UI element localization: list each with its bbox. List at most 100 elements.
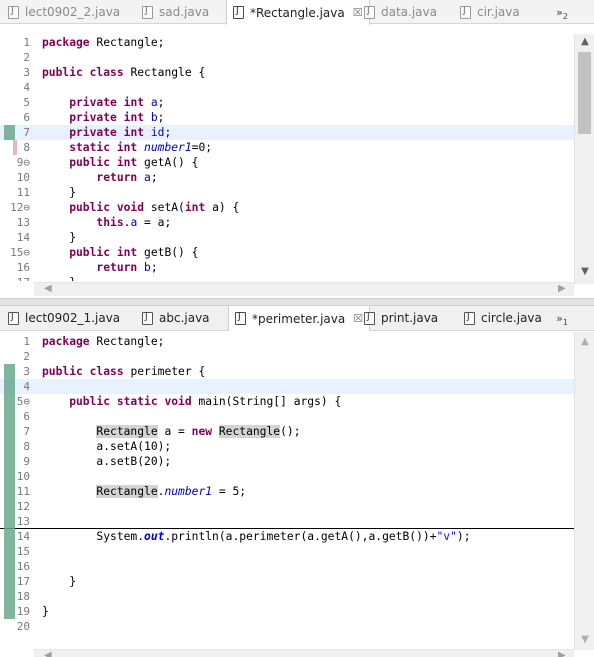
- code-line: a.setA(10);: [42, 440, 172, 453]
- line-number: 11: [16, 186, 30, 199]
- line-number: 6: [23, 111, 30, 124]
- tab-lect0902-1[interactable]: lect0902_1.java: [8, 306, 120, 330]
- java-file-icon: [460, 5, 471, 19]
- tab-label: *perimeter.java: [252, 311, 346, 326]
- line-number: 17: [0, 275, 30, 281]
- code-line: package Rectangle;: [42, 335, 165, 348]
- java-file-icon: [464, 311, 475, 325]
- scroll-up-icon[interactable]: ▲: [575, 336, 594, 347]
- bottom-code-editor[interactable]: 1 package Rectangle; 2 3 public class peri…: [0, 334, 574, 634]
- pane-divider[interactable]: [0, 298, 594, 306]
- vertical-scrollbar[interactable]: ▲ ▼: [574, 34, 594, 284]
- line-number[interactable]: 15⊖: [0, 245, 30, 260]
- line-number: 16: [16, 261, 30, 274]
- tab-overflow-button[interactable]: »1: [556, 312, 568, 327]
- code-line: private int id;: [42, 126, 172, 139]
- top-tab-bar: lect0902_2.java sad.java *Rectangle.java…: [0, 0, 594, 25]
- line-number[interactable]: 12⊖: [0, 200, 30, 215]
- line-number: 8: [23, 141, 30, 154]
- scroll-up-icon[interactable]: ▲: [575, 36, 594, 47]
- code-line: System.out.println(a.perimeter(a.getA(),…: [42, 530, 471, 543]
- line-number: 12: [16, 500, 30, 513]
- line-number: 19: [16, 605, 30, 618]
- tab-label: lect0902_2.java: [25, 5, 121, 19]
- code-line: }: [42, 231, 77, 244]
- tab-circle[interactable]: circle.java: [464, 306, 542, 330]
- close-icon[interactable]: ☒: [353, 6, 363, 19]
- line-number: 10: [16, 171, 30, 184]
- code-line: static int number1=0;: [42, 141, 213, 154]
- line-number: 13: [16, 216, 30, 229]
- tab-cir[interactable]: cir.java: [460, 0, 520, 24]
- scrollbar-thumb[interactable]: [578, 52, 591, 134]
- line-number: 14: [16, 530, 30, 543]
- code-line: Rectangle a = new Rectangle();: [96, 425, 301, 438]
- scroll-down-icon[interactable]: ▼: [575, 266, 594, 277]
- scroll-left-icon[interactable]: ◀: [44, 650, 52, 657]
- tab-label: print.java: [381, 311, 439, 325]
- line-number: 10: [16, 470, 30, 483]
- tab-sad[interactable]: sad.java: [142, 0, 209, 24]
- tab-print[interactable]: print.java: [364, 306, 438, 330]
- tab-perimeter[interactable]: *perimeter.java ☒: [228, 306, 371, 331]
- line-number: 3: [23, 66, 30, 79]
- line-number: 7: [23, 425, 30, 438]
- horizontal-scrollbar[interactable]: ◀ ▶: [34, 282, 574, 296]
- line-number: 17: [16, 575, 30, 588]
- tab-label: lect0902_1.java: [25, 311, 121, 325]
- line-number: 2: [23, 51, 30, 64]
- tab-label: circle.java: [481, 311, 542, 325]
- tab-rectangle[interactable]: *Rectangle.java ☒: [226, 0, 370, 25]
- line-number: 3: [23, 365, 30, 378]
- line-number: 15: [16, 545, 30, 558]
- code-line: public int getB() {: [42, 246, 199, 259]
- code-line: public class Rectangle {: [42, 66, 206, 79]
- line-number: 14: [16, 231, 30, 244]
- close-icon[interactable]: ☒: [353, 312, 363, 325]
- line-number: 13: [16, 515, 30, 528]
- top-code-editor[interactable]: 1 package Rectangle; 2 3 public class Rect…: [0, 35, 574, 281]
- line-number: 6: [23, 410, 30, 423]
- java-file-icon: [142, 311, 153, 325]
- line-number[interactable]: 9⊖: [0, 155, 30, 170]
- line-number[interactable]: 5⊖: [0, 394, 30, 409]
- tab-data[interactable]: data.java: [364, 0, 437, 24]
- java-file-icon: [235, 312, 246, 325]
- code-line: public static void main(String[] args) {: [42, 395, 342, 408]
- vertical-scrollbar[interactable]: ▲ ▼: [574, 332, 594, 650]
- line-number: 16: [16, 560, 30, 573]
- tab-overflow-button[interactable]: »2: [556, 6, 568, 21]
- scroll-down-icon[interactable]: ▼: [575, 634, 594, 645]
- code-line: Rectangle.number1 = 5;: [96, 485, 247, 498]
- line-number: 2: [23, 350, 30, 363]
- top-editor-pane: lect0902_2.java sad.java *Rectangle.java…: [0, 0, 594, 298]
- tab-label: cir.java: [477, 5, 520, 19]
- java-file-icon: [364, 5, 375, 19]
- bottom-editor-pane: lect0902_1.java abc.java *perimeter.java…: [0, 306, 594, 657]
- tab-label: *Rectangle.java: [250, 5, 345, 20]
- scroll-right-icon[interactable]: ▶: [558, 283, 566, 294]
- line-number: 20: [16, 620, 30, 633]
- scroll-right-icon[interactable]: ▶: [558, 650, 566, 657]
- java-file-icon: [364, 311, 375, 325]
- java-file-icon: [233, 6, 244, 19]
- code-line: }: [42, 605, 49, 618]
- code-line: public void setA(int a) {: [42, 201, 240, 214]
- current-line: 7 private int id;: [0, 125, 574, 140]
- java-file-icon: [8, 311, 19, 325]
- line-number: 8: [23, 440, 30, 453]
- tab-lect0902-2[interactable]: lect0902_2.java: [8, 0, 120, 24]
- line-number: 4: [23, 81, 30, 94]
- line-number: 11: [16, 485, 30, 498]
- horizontal-scrollbar[interactable]: ◀ ▶: [34, 649, 574, 657]
- code-line: }: [42, 186, 77, 199]
- bottom-tab-bar: lect0902_1.java abc.java *perimeter.java…: [0, 306, 594, 331]
- java-file-icon: [8, 5, 19, 19]
- code-line: public int getA() {: [42, 156, 199, 169]
- line-number: 18: [16, 590, 30, 603]
- scroll-left-icon[interactable]: ◀: [44, 283, 52, 294]
- code-line: private int a;: [42, 96, 165, 109]
- tab-abc[interactable]: abc.java: [142, 306, 210, 330]
- line-number: 5: [23, 96, 30, 109]
- overflow-count: 2: [562, 12, 568, 22]
